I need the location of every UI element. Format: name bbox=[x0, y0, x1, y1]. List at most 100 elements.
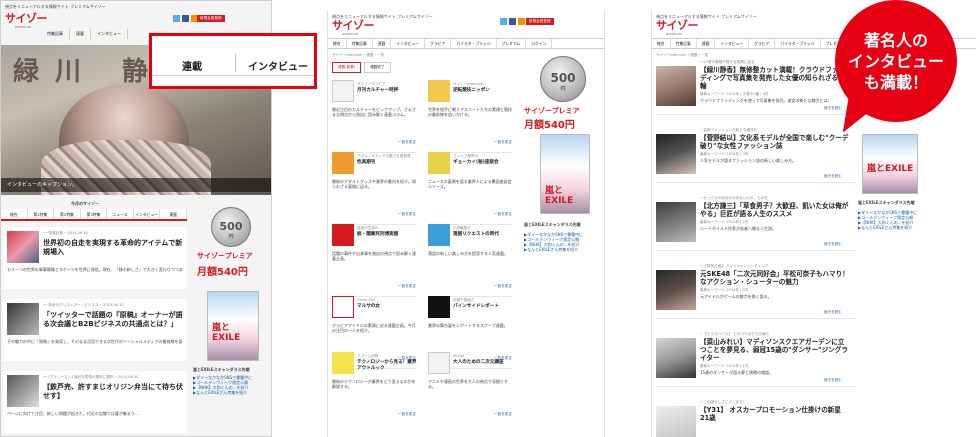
serial-card[interactable]: 小田編集の 落語リクエストの時代 落語の新しい楽しみ方を提案する人気連載。 一覧… bbox=[428, 224, 512, 304]
nav-item[interactable]: グラビア bbox=[425, 39, 452, 48]
card-more-link[interactable]: 一覧を見る bbox=[398, 212, 416, 217]
nav-item[interactable]: グラビア bbox=[749, 39, 776, 48]
card-title[interactable]: 落語リクエストの時代 bbox=[453, 232, 499, 238]
magazine-cover[interactable]: 嵐とEXILE bbox=[862, 134, 918, 194]
nav-item-interview[interactable]: インタビュー bbox=[91, 29, 128, 39]
interview-article[interactable]: ─ セックスの旨対の冷めない心の、ものを 【北方謙三】「草食男子？大歓迎、飢いた… bbox=[656, 196, 856, 252]
tab-all[interactable]: 総合 bbox=[1, 209, 28, 219]
nav-item-serial[interactable]: 連載 bbox=[70, 29, 91, 39]
card-more-link[interactable]: 一覧を見る bbox=[494, 212, 512, 217]
nav-item[interactable]: 総合 bbox=[652, 39, 671, 48]
nav-item[interactable]: 総合 bbox=[328, 39, 347, 48]
nav-item[interactable]: 連載 bbox=[373, 39, 392, 48]
tab-interview[interactable]: インタビュー bbox=[134, 209, 161, 219]
twitter-icon[interactable] bbox=[500, 18, 507, 25]
nav-item[interactable]: パイラタ・ブリッジ bbox=[451, 39, 497, 48]
card-more-link[interactable]: 一覧を見る bbox=[494, 284, 512, 289]
interview-article[interactable]: ─ 【テラスハウス】 とのコラボでも出演の 【菜山みれい】マディソンスクエアガー… bbox=[656, 332, 856, 388]
side-link[interactable]: ▶なんとEXILEさん特集を紹介 bbox=[193, 390, 252, 395]
ad-premium[interactable]: サイゾープレミア bbox=[197, 251, 253, 261]
bubble-line: 著名人の bbox=[863, 31, 928, 50]
serial-card[interactable]: サイゾーpremium 逆転競技ニッポン 世界を相手に戦うアスリートたちの素顔と… bbox=[428, 80, 512, 160]
site-logo[interactable]: サイゾー bbox=[5, 13, 48, 24]
member-register-button[interactable]: 新規会員登録 bbox=[526, 18, 554, 25]
article-title[interactable]: 【Y31】 オスカープロモーション仕掛けの新星21歳 bbox=[700, 406, 850, 422]
feed-item[interactable]: ── 特集記事 ─ 2014.06.30 世界初の自走を実現する革命的アイテムで… bbox=[3, 227, 187, 289]
magazine-cover[interactable]: 嵐とEXILE bbox=[207, 291, 259, 361]
ad-price[interactable]: 月額540円 bbox=[524, 116, 575, 131]
serial-card[interactable]: ゴシップ業界の ギョーカイ(秘)座談会 ニュースの裏側を語る業界人による覆面座談… bbox=[428, 152, 512, 232]
card-title[interactable]: 大人のための二次元講座 bbox=[453, 360, 504, 366]
feed-title[interactable]: 世界初の自走を実現する革命的アイテムで新規場入 bbox=[43, 239, 183, 257]
twitter-icon[interactable] bbox=[173, 15, 180, 22]
interview-article[interactable]: ─ 芸術ファッションの新たな潮流を 【菅野結以】文化系モデルが全国で楽しむ"クー… bbox=[656, 128, 856, 184]
feed-header: 今月のサイゾー bbox=[71, 201, 99, 206]
article-title[interactable]: 【菜山みれい】マディソンスクエアガーデンに立つことを夢見る、弱冠15歳の"ダンサ… bbox=[700, 338, 850, 362]
interview-article[interactable]: ─ 25歳の素顔が見せる表情に迫る 【緑川静香】無修整カット満載！クラウドファン… bbox=[656, 60, 856, 116]
card-title[interactable]: ギョーカイ(秘)座談会 bbox=[453, 160, 499, 166]
ad-premium[interactable]: サイゾープレミア bbox=[524, 106, 580, 116]
card-title[interactable]: 統・聞業死刑博実語 bbox=[357, 232, 398, 238]
card-title[interactable]: 逆転競技ニッポン bbox=[453, 88, 490, 94]
interview-article[interactable]: ─ この謎らしさにどこまで！ 【Y31】 オスカープロモーション仕掛けの新星21… bbox=[656, 400, 856, 437]
callout-serial[interactable]: 連載 bbox=[182, 58, 202, 73]
tab-news[interactable]: ニュース bbox=[107, 209, 134, 219]
tab-feature2[interactable]: 第2特集 bbox=[54, 209, 81, 219]
card-title[interactable]: 性具期刊 bbox=[357, 160, 375, 166]
tab-serial[interactable]: 連載 bbox=[160, 209, 188, 219]
article-more-link[interactable]: 続きを読む bbox=[824, 310, 842, 315]
tab-serial-ended[interactable]: 連載終了 bbox=[364, 62, 391, 73]
serial-card[interactable]: SKE48 大人のための二次元講座 アニメや漫画の世界を大人の視点で深掘りする。… bbox=[428, 352, 512, 432]
callout-interview[interactable]: インタビュー bbox=[248, 58, 308, 73]
facebook-icon[interactable] bbox=[182, 15, 189, 22]
article-title[interactable]: 【緑川静香】無修整カット満載！クラウドファンディングで写真集を発売した女優の知ら… bbox=[700, 66, 850, 90]
feed-item[interactable]: ── [グラシーマン] 商品を表現の題材に選択 ─ 2014.06.30 【鉄芦… bbox=[3, 371, 187, 433]
nav-item[interactable]: 特集記事 bbox=[347, 39, 373, 48]
feed-item[interactable]: ── 新世代クリエイター・ビジネス ─ 2014.06.30 「ツイッターで話題… bbox=[3, 299, 187, 361]
rss-icon[interactable] bbox=[518, 18, 525, 25]
nav-item[interactable]: 連載 bbox=[697, 39, 716, 48]
tab-serial-new[interactable]: 連載(新着) bbox=[332, 62, 362, 73]
article-more-link[interactable]: 続きを読む bbox=[824, 106, 842, 111]
article-title[interactable]: 元SKE48「二次元同好会」平松可奈子もハマり！なアクション・シューターの魅力 bbox=[700, 270, 850, 286]
card-more-link[interactable]: 一覧を見る bbox=[398, 140, 416, 145]
nav-item[interactable]: パイラタ・ブリッジ bbox=[775, 39, 821, 48]
site-logo[interactable]: サイゾー bbox=[332, 20, 375, 31]
article-more-link[interactable]: 続きを読む bbox=[824, 242, 842, 247]
article-title[interactable]: 【菅野結以】文化系モデルが全国で楽しむ"クーデ破り"な女性ファッション誌 bbox=[700, 134, 850, 150]
nav-item[interactable]: 特集記事 bbox=[671, 39, 697, 48]
tab-feature3[interactable]: 第3特集 bbox=[81, 209, 108, 219]
article-more-link[interactable]: 続きを読む bbox=[824, 174, 842, 179]
site-logo[interactable]: サイゾー bbox=[656, 20, 699, 31]
feed-title[interactable]: 【鉄芦売、許すまじオリジン弁当にて待ち伏せす】 bbox=[43, 383, 183, 401]
nav-item[interactable]: インタビュー bbox=[391, 39, 426, 48]
card-more-link[interactable]: 一覧を見る bbox=[398, 412, 416, 417]
card-more-link[interactable]: 一覧を見る bbox=[398, 284, 416, 289]
magazine-cover[interactable]: 嵐とEXILE bbox=[540, 134, 590, 214]
serial-card[interactable]: アダルトメディアの魅力を再発見 性具期刊 最新のアダルトグッズや業界の動向を紹介… bbox=[332, 152, 416, 232]
interview-article[interactable]: ─ 【特別企画】 アイドル×シューティング 元SKE48「二次元同好会」平松可奈… bbox=[656, 264, 856, 320]
ad-price[interactable]: 月額540円 bbox=[197, 263, 248, 278]
side-link[interactable]: ▶なんとEXILEさん特集を紹介 bbox=[524, 247, 583, 252]
nav-item[interactable]: プレミアム bbox=[497, 39, 527, 48]
side-link[interactable]: ▶なんとEXILEさん特集を紹介 bbox=[858, 225, 917, 230]
nav-item[interactable]: ログイン bbox=[526, 39, 553, 48]
card-more-link[interactable]: 一覧を見る bbox=[494, 412, 512, 417]
card-more-link[interactable]: 一覧を見る bbox=[494, 140, 512, 145]
article-title[interactable]: 【北方謙三】「草食男子？大歓迎、飢いた女は俺がやる」巨匠が語る人生のススメ bbox=[700, 202, 850, 218]
card-title[interactable]: マルサの女 bbox=[357, 304, 380, 310]
tab-feature1[interactable]: 第1特集 bbox=[28, 209, 55, 219]
feed-title[interactable]: 「ツイッターで話題の『原稿』オーナーが語る次会議とB2Bビジネスの共通点とは？」 bbox=[43, 311, 183, 329]
card-title[interactable]: パインサイドレポート bbox=[453, 304, 499, 310]
hero-caption: インタビューのキャプション。 bbox=[1, 178, 271, 192]
nav-item-features[interactable]: 特集記事 bbox=[41, 29, 70, 39]
card-title[interactable]: 月刊カルチャー時評 bbox=[357, 88, 398, 94]
card-title[interactable]: テクノロジーから見る！業界アウトルック bbox=[357, 360, 417, 372]
facebook-icon[interactable] bbox=[509, 18, 516, 25]
article-more-link[interactable]: 続きを読む bbox=[824, 378, 842, 383]
serial-card[interactable]: サイゾーグラビア 月刊カルチャー時評 最近注目のカルチャーをピックアップ。さまざ… bbox=[332, 80, 416, 160]
serial-card[interactable]: アラーム記録 テクノロジーから見る！業界アウトルック 最新のテクノロジーが業界を… bbox=[332, 352, 416, 432]
serial-card[interactable]: 若者が支持の 統・聞業死刑博実語 話題の事件や出来事を独自の視点で読み解く連載企… bbox=[332, 224, 416, 304]
member-register-button[interactable]: 新規会員登録 bbox=[197, 15, 225, 22]
nav-item[interactable]: インタビュー bbox=[715, 39, 750, 48]
